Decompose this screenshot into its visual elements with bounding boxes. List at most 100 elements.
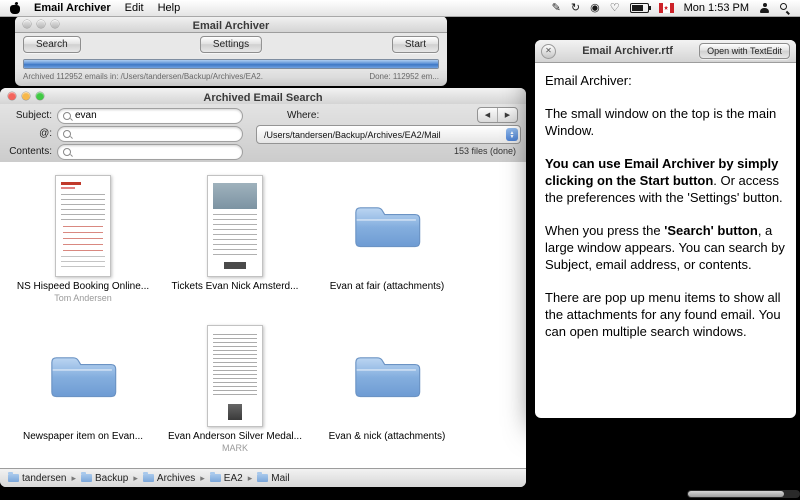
file-name: NS Hispeed Booking Online... [17,281,149,292]
window-title: Email Archiver [193,20,270,32]
eye-icon[interactable]: ◉ [590,3,600,14]
heart-icon[interactable]: ♡ [610,3,620,14]
path-item-label: Mail [271,473,289,484]
paragraph: You can use Email Archiver by simply cli… [545,155,786,206]
popup-arrows-icon: ▲▼ [506,128,518,141]
spotlight-icon[interactable] [780,3,790,13]
navigation-buttons: ◀ ▶ [477,107,518,123]
forward-button[interactable]: ▶ [498,108,517,122]
folder-icon [210,474,221,482]
paragraph: The small window on the top is the main … [545,105,786,139]
search-titlebar[interactable]: Archived Email Search [0,88,526,105]
path-item-label: Archives [157,473,195,484]
document-thumbnail [207,174,263,278]
preview-window: ✕ Email Archiver.rtf Open with TextEdit … [535,40,796,418]
sync-icon[interactable]: ↻ [571,3,580,14]
magnifier-icon [63,112,71,120]
contents-search-field[interactable] [57,144,243,160]
document-item[interactable]: Evan Anderson Silver Medal...MARK [160,324,310,469]
status-text-right: Done: 112952 em... [369,72,439,81]
contents-label: Contents: [0,144,52,159]
file-name: Newspaper item on Evan... [23,431,143,442]
magnifier-icon [63,130,71,138]
preview-content: Email Archiver: The small window on the t… [535,63,796,365]
horizontal-scrollbar[interactable] [687,490,800,498]
zoom-button[interactable] [36,92,44,100]
document-thumbnail [55,174,111,278]
menubar-clock[interactable]: Mon 1:53 PM [684,2,749,14]
open-with-textedit-button[interactable]: Open with TextEdit [699,43,790,59]
window-title: Email Archiver.rtf [556,45,699,57]
user-icon[interactable] [759,3,770,13]
folder-icon [81,474,92,482]
minimize-button[interactable] [22,92,30,100]
tickets-page-icon [207,175,263,277]
close-button[interactable] [8,92,16,100]
path-item-tandersen[interactable]: tandersen [8,473,66,484]
document-item[interactable]: NS Hispeed Booking Online...Tom Andersen [8,174,158,324]
pencil-icon[interactable]: ✎ [552,3,561,14]
path-item-archives[interactable]: Archives [143,473,195,484]
bold-text: 'Search' button [664,223,758,238]
body-text: There are pop up menu items to show all … [545,290,781,339]
preview-titlebar[interactable]: ✕ Email Archiver.rtf Open with TextEdit [535,40,796,63]
folder-icon [349,174,425,278]
path-item-backup[interactable]: Backup [81,473,128,484]
zoom-button[interactable] [51,20,59,28]
where-popup-value: /Users/tandersen/Backup/Archives/EA2/Mai… [264,130,502,140]
document-item[interactable]: Tickets Evan Nick Amsterd... [160,174,310,324]
start-button[interactable]: Start [392,36,439,53]
path-item-label: EA2 [224,473,243,484]
search-button[interactable]: Search [23,36,81,53]
window-controls [23,20,59,28]
subject-label: Subject: [0,108,52,123]
body-text: When you press the [545,223,664,238]
back-button[interactable]: ◀ [478,108,498,122]
subject-search-field[interactable]: evan [57,108,243,124]
menubar-status-area: ✎ ↻ ◉ ♡ Mon 1:53 PM [552,2,790,14]
minimize-button[interactable] [37,20,45,28]
close-button[interactable] [23,20,31,28]
canada-flag-icon[interactable] [659,3,674,13]
close-icon[interactable]: ✕ [541,44,556,59]
menu-list: Email Archiver Edit Help [34,2,180,14]
path-item-ea2[interactable]: EA2 [210,473,243,484]
menu-help[interactable]: Help [158,2,181,14]
progress-fill [24,60,438,68]
where-popup[interactable]: /Users/tandersen/Backup/Archives/EA2/Mai… [256,125,521,144]
folder-icon [45,324,121,428]
path-separator-icon: ▸ [200,473,205,484]
path-item-label: Backup [95,473,128,484]
file-subtitle: Tom Andersen [54,293,112,303]
archiver-body: Search Settings Start Archived 112952 em… [15,33,447,86]
window-controls [8,92,44,100]
search-results: NS Hispeed Booking Online...Tom Andersen… [0,162,526,469]
folder-item[interactable]: Newspaper item on Evan... [8,324,158,469]
document-thumbnail [207,324,263,428]
settings-button[interactable]: Settings [200,36,262,53]
address-label: @: [0,126,52,141]
folder-item[interactable]: Evan at fair (attachments) [312,174,462,324]
folder-icon [143,474,154,482]
body-text: Email Archiver: [545,73,632,88]
apple-menu-icon[interactable] [10,3,20,14]
files-count: 153 files (done) [454,146,516,156]
paragraph: When you press the 'Search' button, a la… [545,222,786,273]
booking-page-icon [55,175,111,277]
battery-icon[interactable] [630,3,649,13]
folder-icon [349,324,425,428]
address-search-field[interactable] [57,126,243,142]
menu-email-archiver[interactable]: Email Archiver [34,2,111,14]
folder-item[interactable]: Evan & nick (attachments) [312,324,462,469]
paragraph: There are pop up menu items to show all … [545,289,786,340]
file-grid: NS Hispeed Booking Online...Tom Andersen… [0,162,526,469]
menu-edit[interactable]: Edit [125,2,144,14]
scrollbar-thumb[interactable] [688,491,784,497]
archiver-titlebar[interactable]: Email Archiver [15,16,447,33]
path-item-label: tandersen [22,473,66,484]
path-item-mail[interactable]: Mail [257,473,289,484]
search-window: Archived Email Search Subject: evan @: C… [0,88,526,487]
file-name: Evan Anderson Silver Medal... [168,431,302,442]
folder-icon [257,474,268,482]
path-separator-icon: ▸ [248,473,253,484]
